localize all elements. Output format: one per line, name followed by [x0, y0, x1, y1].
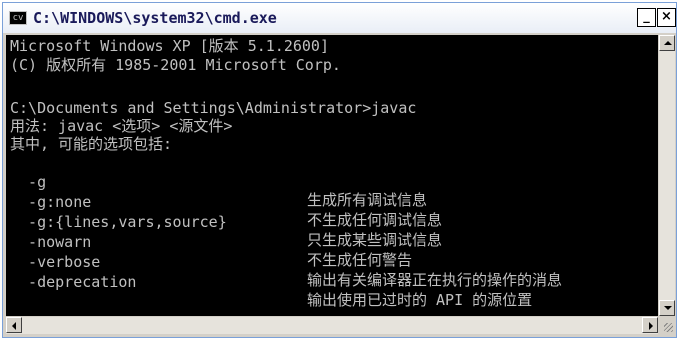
console-line: Microsoft Windows XP [版本 5.1.2600]	[10, 37, 329, 55]
horizontal-scrollbar[interactable]	[6, 317, 658, 334]
option-flag: -deprecation	[10, 273, 137, 291]
close-button[interactable]: ×	[657, 8, 676, 27]
window-title: C:\WINDOWS\system32\cmd.exe	[33, 9, 277, 27]
scroll-left-button[interactable]	[6, 317, 22, 333]
vertical-scrollbar[interactable]	[659, 35, 675, 316]
minimize-icon: _	[643, 9, 650, 24]
arrow-right-icon	[649, 322, 653, 330]
console-line: (C) 版权所有 1985-2001 Microsoft Corp.	[10, 56, 341, 74]
close-icon: ×	[661, 9, 672, 24]
minimize-button[interactable]: _	[637, 8, 656, 27]
option-description: 输出使用已过时的 API 的源位置	[307, 291, 533, 309]
resize-grip[interactable]	[659, 317, 675, 334]
console-line: 其中, 可能的选项包括:	[10, 135, 173, 153]
scroll-right-button[interactable]	[642, 317, 658, 333]
arrow-up-icon	[664, 41, 672, 45]
console-line: 用法: javac <选项> <源文件>	[10, 117, 233, 135]
title-bar[interactable]: cv C:\WINDOWS\system32\cmd.exe _ ×	[3, 3, 676, 33]
scroll-down-button[interactable]	[659, 300, 675, 316]
console-line: C:\Documents and Settings\Administrator>…	[10, 99, 417, 117]
console-output[interactable]: Microsoft Windows XP [版本 5.1.2600] (C) 版…	[6, 35, 658, 316]
arrow-left-icon	[12, 322, 16, 330]
arrow-down-icon	[664, 306, 672, 310]
scroll-up-button[interactable]	[659, 35, 675, 51]
cmd-app-icon[interactable]: cv	[9, 11, 27, 25]
cmd-window: cv C:\WINDOWS\system32\cmd.exe _ × Micro…	[2, 2, 677, 338]
option-row: -deprecation 输出使用已过时的 API 的源位置	[6, 255, 656, 316]
